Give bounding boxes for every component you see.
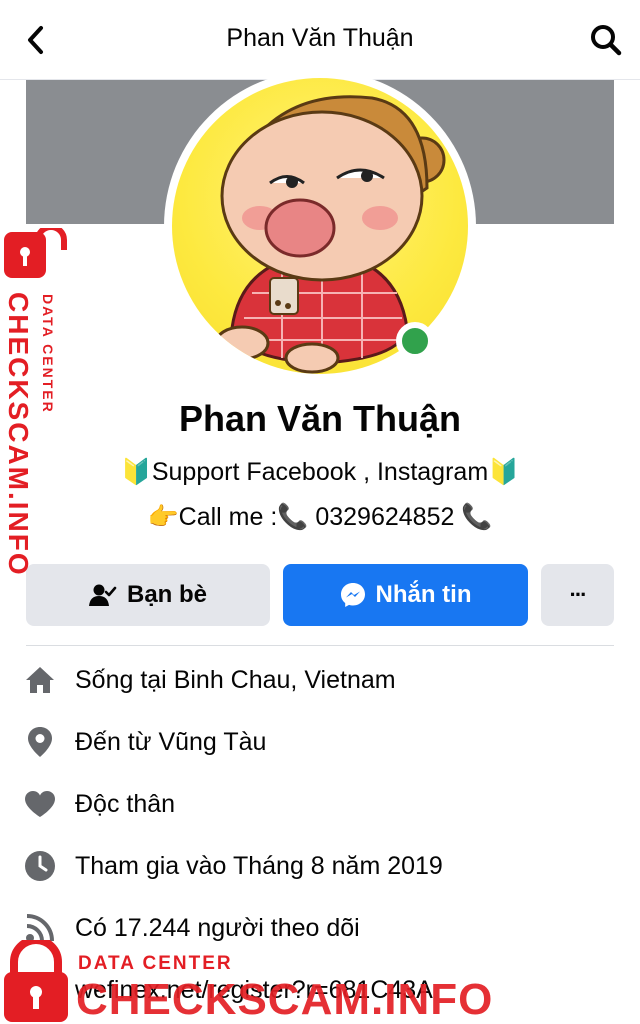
lock-icon	[4, 224, 67, 278]
detail-prefix: Sống tại	[75, 665, 174, 694]
search-button[interactable]	[588, 22, 624, 58]
watermark-bottom-big-text: CHECKSCAM.INFO	[76, 975, 494, 1024]
search-icon	[591, 25, 622, 56]
watermark-small-text: DATA CENTER	[40, 294, 56, 414]
profile-name: Phan Văn Thuận	[178, 398, 462, 439]
detail-row-lives-in: Sống tại Binh Chau, Vietnam	[22, 660, 622, 700]
watermark-bottom-small-text: DATA CENTER	[78, 953, 233, 974]
watermark-big-text: CHECKSCAM.INFO	[3, 292, 34, 577]
friends-button[interactable]: Bạn bè	[26, 564, 270, 626]
friend-check-icon	[88, 583, 117, 607]
detail-text: Tham gia vào Tháng 8 năm 2019	[75, 851, 443, 880]
detail-text: Có 17.244 người theo dõi	[75, 913, 360, 942]
detail-text: Độc thân	[75, 789, 176, 818]
detail-row-relationship: Độc thân	[22, 784, 622, 824]
more-options-label: ···	[569, 582, 588, 607]
location-pin-icon	[22, 724, 58, 760]
message-button[interactable]: Nhắn tin	[283, 564, 528, 626]
online-status-dot	[396, 322, 434, 360]
detail-row-joined: Tham gia vào Tháng 8 năm 2019	[22, 846, 622, 886]
detail-value[interactable]: Binh Chau, Vietnam	[174, 666, 396, 695]
divider	[26, 645, 614, 646]
message-button-label: Nhắn tin	[375, 581, 472, 608]
home-icon	[22, 662, 58, 698]
detail-row-from: Đến từ Vũng Tàu	[22, 722, 622, 762]
friends-button-label: Bạn bè	[126, 581, 207, 608]
clock-icon	[22, 848, 58, 884]
heart-icon	[22, 786, 58, 822]
profile-bio-line-1: 🔰Support Facebook , Instagram🔰	[120, 458, 520, 486]
detail-value[interactable]: Vũng Tàu	[158, 728, 266, 757]
messenger-icon	[340, 582, 366, 608]
page-title: Phan Văn Thuận	[226, 24, 414, 52]
profile-bio-line-2: 👉Call me :📞 0329624852 📞	[147, 503, 493, 531]
more-options-button[interactable]: ···	[541, 564, 614, 626]
lock-icon	[4, 936, 68, 1022]
detail-prefix: Đến từ	[75, 727, 159, 756]
top-navigation-bar: Phan Văn Thuận	[0, 0, 640, 80]
